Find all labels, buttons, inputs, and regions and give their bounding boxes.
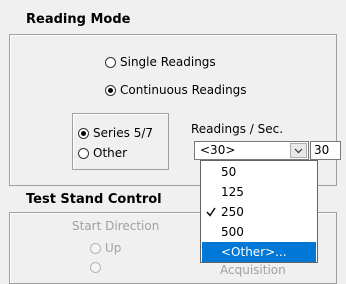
single-readings-label: Single Readings	[120, 55, 216, 69]
series57-option[interactable]: Series 5/7	[78, 126, 153, 140]
readings-per-sec-select[interactable]: <30>	[194, 141, 309, 160]
down-radio[interactable]	[90, 262, 101, 273]
list-item-500[interactable]: 500	[202, 222, 316, 242]
chevron-down-icon	[294, 148, 303, 153]
continuous-readings-option[interactable]: Continuous Readings	[105, 83, 247, 97]
reading-mode-title: Reading Mode	[26, 12, 131, 27]
series57-radio[interactable]	[78, 127, 89, 139]
continuous-readings-radio[interactable]	[105, 84, 116, 96]
up-option[interactable]: Up	[90, 241, 121, 255]
continuous-readings-label: Continuous Readings	[120, 83, 247, 97]
readings-per-sec-listbox[interactable]: 50 125 250 500 <Other>...	[200, 160, 318, 263]
other-series-radio[interactable]	[78, 147, 89, 159]
readings-per-sec-selected: <30>	[200, 143, 236, 157]
checkmark-icon	[206, 207, 216, 217]
series-group	[72, 113, 169, 170]
start-direction-label: Start Direction	[72, 219, 160, 233]
series57-label: Series 5/7	[93, 126, 154, 140]
other-series-option[interactable]: Other	[78, 146, 127, 160]
single-readings-radio[interactable]	[105, 56, 116, 68]
acquisition-label: Acquisition	[220, 263, 286, 277]
test-stand-title: Test Stand Control	[26, 192, 162, 207]
list-item-125[interactable]: 125	[202, 182, 316, 202]
readings-per-sec-input[interactable]: 30	[310, 141, 341, 160]
list-item-250[interactable]: 250	[202, 202, 316, 222]
readings-per-sec-label: Readings / Sec.	[191, 122, 284, 136]
list-item-50[interactable]: 50	[202, 162, 316, 182]
up-radio[interactable]	[90, 242, 101, 254]
down-option[interactable]	[90, 262, 105, 273]
list-item-other[interactable]: <Other>...	[202, 242, 316, 262]
other-series-label: Other	[93, 146, 128, 160]
up-label: Up	[105, 241, 122, 255]
single-readings-option[interactable]: Single Readings	[105, 55, 216, 69]
dropdown-button[interactable]	[290, 143, 307, 158]
